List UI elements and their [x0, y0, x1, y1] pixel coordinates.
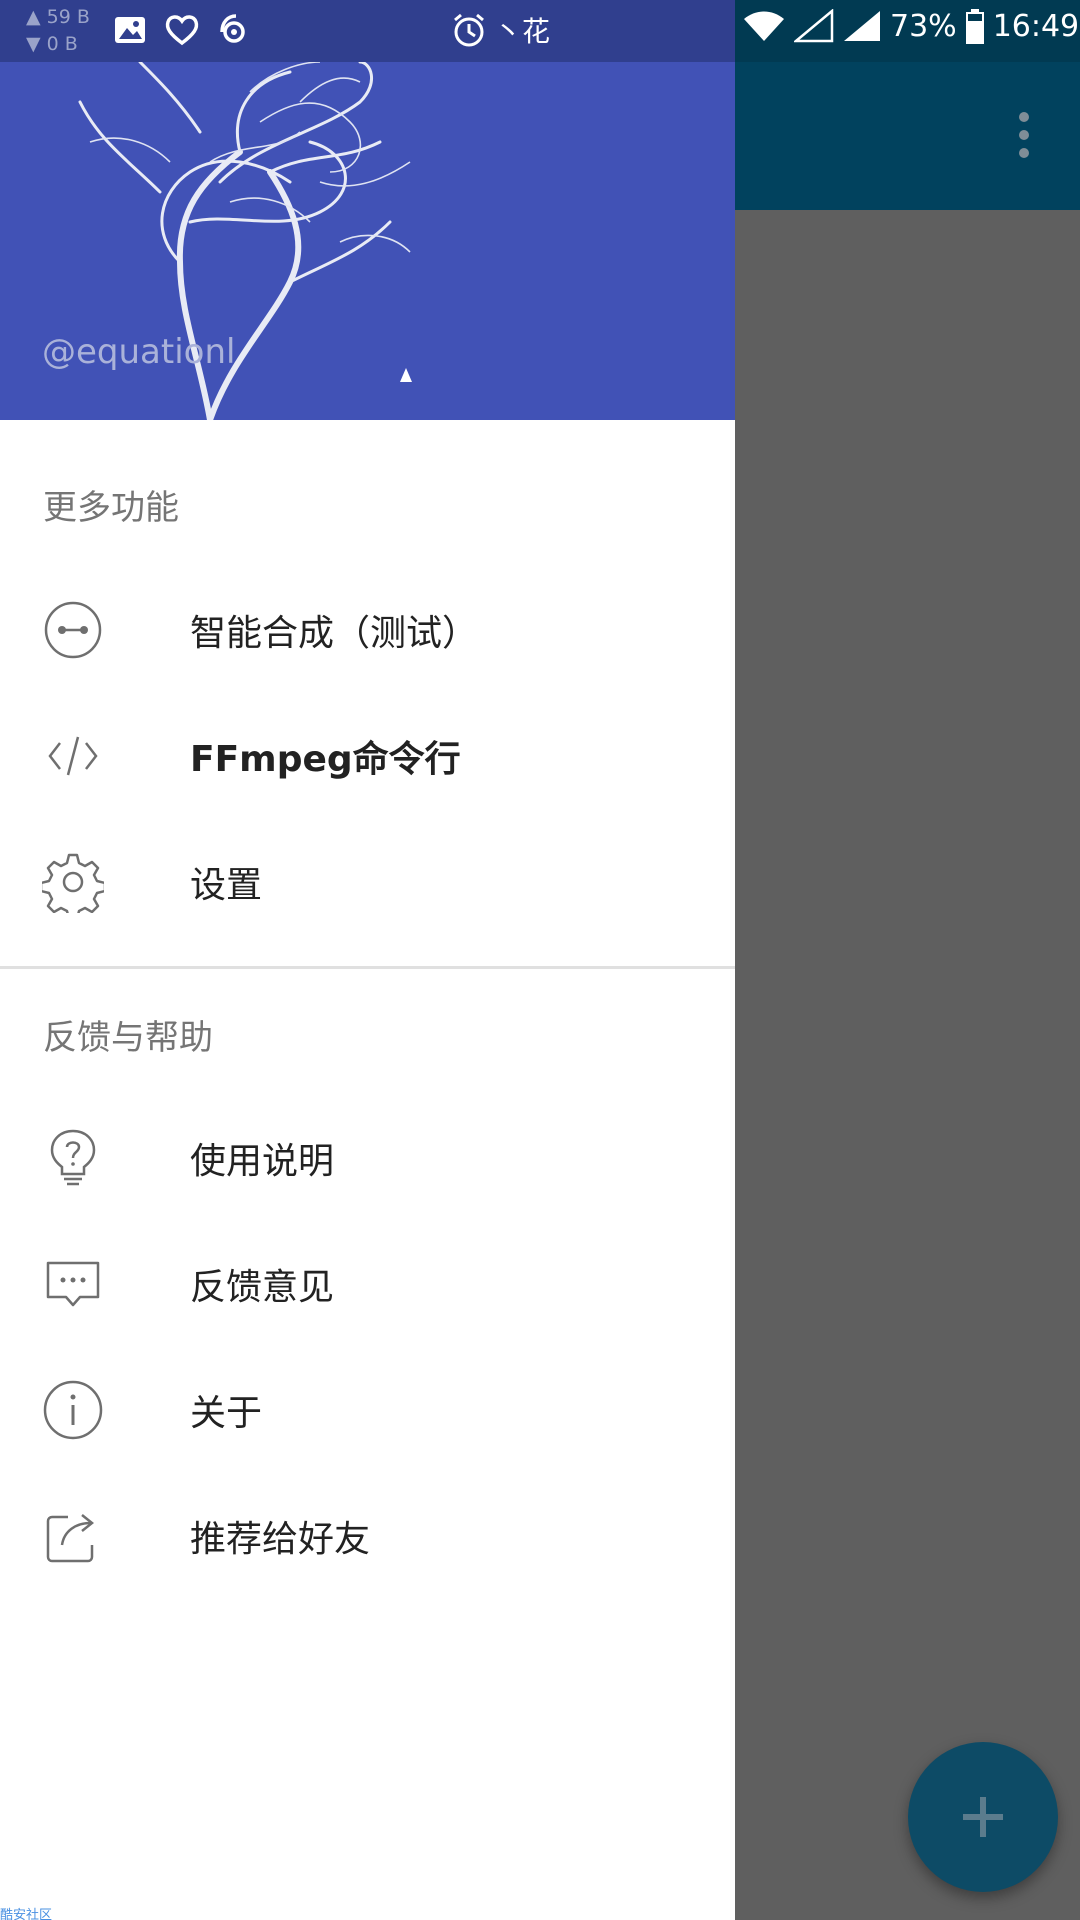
menu-item-label: FFmpeg命令行 [190, 739, 461, 780]
menu-item-share[interactable]: 推荐给好友 [0, 1473, 735, 1599]
menu-item-label: 智能合成（测试） [190, 613, 479, 654]
section-title-more-features: 更多功能 [43, 488, 179, 528]
signal-full-icon [844, 11, 880, 41]
system-status: 73% 16:49 [742, 8, 1079, 44]
chat-bubble-icon [42, 1253, 104, 1315]
section-divider [0, 966, 735, 969]
menu-item-label: 反馈意见 [190, 1267, 335, 1308]
overflow-menu-button[interactable] [1000, 105, 1048, 165]
dot [1019, 148, 1029, 158]
menu-item-instructions[interactable]: 使用说明 [0, 1095, 735, 1221]
notification-icons [112, 12, 252, 48]
clock: 16:49 [992, 8, 1080, 44]
plus-icon [963, 1797, 1003, 1837]
menu-item-label: 关于 [190, 1393, 263, 1434]
screen: @equationl 更多功能 智能合成（测试） FFmpeg命令行 设置 反馈… [0, 0, 1080, 1920]
section-title-feedback-help: 反馈与帮助 [43, 1018, 213, 1058]
menu-item-label: 推荐给好友 [190, 1519, 371, 1560]
alarm-clock-icon [454, 13, 484, 47]
drawer-username: @equationl [42, 332, 236, 372]
wifi-icon [744, 11, 784, 41]
dot [1019, 130, 1029, 140]
battery-icon [965, 9, 984, 44]
menu-item-feedback[interactable]: 反馈意见 [0, 1221, 735, 1347]
share-icon [42, 1505, 104, 1567]
dot [1019, 112, 1029, 122]
watermark: 酷安社区 [0, 1908, 53, 1920]
drawer-header: @equationl [0, 62, 735, 420]
info-icon [42, 1379, 104, 1441]
music-app-icon [220, 14, 245, 43]
menu-item-smart-merge[interactable]: 智能合成（测试） [0, 567, 735, 693]
signal-icon [794, 9, 834, 43]
center-status: 丶花 [450, 10, 550, 50]
heart-icon [165, 15, 199, 46]
lightbulb-help-icon [42, 1127, 104, 1189]
network-speed: ▲ 59 B ▼ 0 B [26, 4, 90, 58]
code-icon [42, 725, 104, 787]
menu-item-label: 设置 [190, 865, 263, 906]
status-bar: ▲ 59 B ▼ 0 B 丶花 73% 16:49 [0, 0, 1080, 62]
menu-item-settings[interactable]: 设置 [0, 819, 735, 945]
add-fab-button[interactable] [908, 1742, 1058, 1892]
menu-item-ffmpeg-cli[interactable]: FFmpeg命令行 [0, 693, 735, 819]
upload-speed: ▲ 59 B [26, 6, 90, 28]
carrier-text: 丶花 [494, 15, 551, 48]
status-bar-left-bg [0, 0, 735, 62]
gear-icon [42, 851, 104, 913]
merge-icon [42, 599, 104, 661]
navigation-drawer: @equationl 更多功能 智能合成（测试） FFmpeg命令行 设置 反馈… [0, 0, 735, 1920]
battery-percent: 73% [890, 8, 957, 44]
menu-item-label: 使用说明 [190, 1141, 335, 1182]
image-icon [115, 17, 145, 43]
download-speed: ▼ 0 B [26, 33, 78, 55]
menu-item-about[interactable]: 关于 [0, 1347, 735, 1473]
